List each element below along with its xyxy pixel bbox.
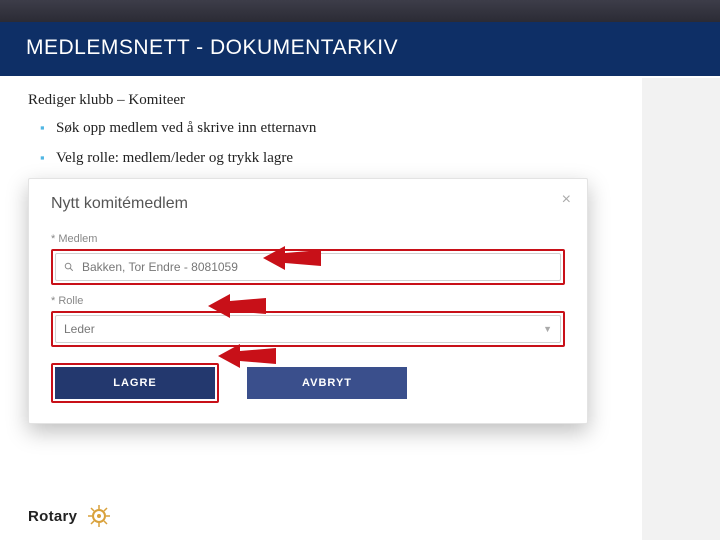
role-select[interactable]: Leder ▼ [55,315,561,343]
save-button-highlight: LAGRE [51,363,219,403]
brand-wordmark: Rotary [28,508,77,525]
save-button[interactable]: LAGRE [55,367,215,399]
section-subtitle: Rediger klubb – Komiteer [28,92,692,109]
role-field-highlight: Leder ▼ [51,311,565,347]
member-field-highlight: Bakken, Tor Endre - 8081059 [51,249,565,285]
member-search-input[interactable]: Bakken, Tor Endre - 8081059 [55,253,561,281]
bullet-item: Søk opp medlem ved å skrive inn etternav… [40,119,692,139]
window-chrome-bar [0,0,720,22]
close-icon[interactable]: × [562,191,571,209]
role-select-value: Leder [64,322,95,336]
modal-panel: Nytt komitémedlem × * Medlem Bakken, Tor… [28,178,588,424]
chevron-down-icon: ▼ [543,324,552,334]
rotary-wheel-icon [87,504,111,528]
member-field-label: * Medlem [51,233,565,245]
cancel-button[interactable]: AVBRYT [247,367,407,399]
member-search-value: Bakken, Tor Endre - 8081059 [82,260,238,274]
modal-title: Nytt komitémedlem [51,195,565,213]
search-icon [64,262,74,272]
role-field-label: * Rolle [51,295,565,307]
right-sidebar [642,78,720,540]
slide-title: MEDLEMSNETT - DOKUMENTARKIV [26,36,398,59]
slide-title-bar: MEDLEMSNETT - DOKUMENTARKIV [0,22,720,76]
footer-brand: Rotary [28,504,111,528]
bullet-item: Velg rolle: medlem/leder og trykk lagre [40,149,692,169]
